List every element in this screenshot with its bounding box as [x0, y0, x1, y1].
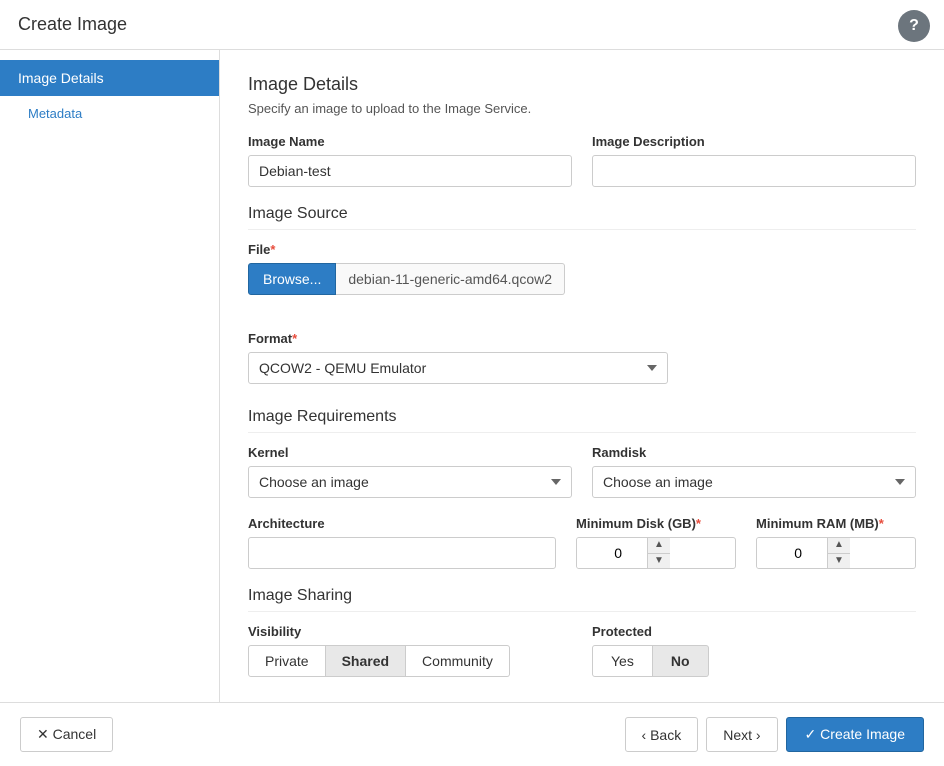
- help-icon: ?: [909, 17, 919, 35]
- image-name-input[interactable]: [248, 155, 572, 187]
- section-desc: Specify an image to upload to the Image …: [248, 101, 916, 116]
- min-disk-input-wrap: ▲ ▼: [576, 537, 736, 569]
- ramdisk-select[interactable]: Choose an image: [592, 466, 916, 498]
- cancel-button[interactable]: ✕ Cancel: [20, 717, 113, 752]
- min-disk-up[interactable]: ▲: [648, 538, 670, 554]
- image-name-label: Image Name: [248, 134, 572, 149]
- ramdisk-label: Ramdisk: [592, 445, 916, 460]
- sidebar-item-metadata[interactable]: Metadata: [0, 96, 219, 131]
- image-name-group: Image Name: [248, 134, 572, 187]
- min-disk-spinner: ▲ ▼: [647, 538, 670, 568]
- back-button[interactable]: ‹ Back: [625, 717, 699, 752]
- image-req-title: Image Requirements: [248, 408, 916, 433]
- min-ram-input-wrap: ▲ ▼: [756, 537, 916, 569]
- protected-no[interactable]: No: [653, 645, 709, 677]
- footer-left: ✕ Cancel: [20, 717, 113, 752]
- arch-disk-ram-row: Architecture Minimum Disk (GB)* ▲ ▼: [248, 516, 916, 569]
- min-disk-group: Minimum Disk (GB)* ▲ ▼: [576, 516, 736, 569]
- visibility-group-wrap: Visibility Private Shared Community: [248, 624, 572, 677]
- min-disk-down[interactable]: ▼: [648, 554, 670, 569]
- sharing-row: Visibility Private Shared Community Prot…: [248, 624, 916, 677]
- image-sharing-title: Image Sharing: [248, 587, 916, 612]
- ramdisk-group: Ramdisk Choose an image: [592, 445, 916, 498]
- kernel-group: Kernel Choose an image: [248, 445, 572, 498]
- modal: Create Image ? × Image Details Metadata: [0, 0, 944, 766]
- format-label: Format*: [248, 331, 668, 346]
- file-name-display: debian-11-generic-amd64.qcow2: [336, 263, 565, 295]
- format-select[interactable]: QCOW2 - QEMU Emulator RAW VHD VMDK OVF A…: [248, 352, 668, 384]
- visibility-shared[interactable]: Shared: [326, 645, 406, 677]
- protected-group-wrap: Protected Yes No: [592, 624, 916, 677]
- visibility-community[interactable]: Community: [406, 645, 510, 677]
- min-ram-spinner: ▲ ▼: [827, 538, 850, 568]
- min-ram-label: Minimum RAM (MB)*: [756, 516, 916, 531]
- file-required-mark: *: [270, 242, 275, 257]
- min-disk-label: Minimum Disk (GB)*: [576, 516, 736, 531]
- arch-input[interactable]: [248, 537, 556, 569]
- modal-title: Create Image: [18, 14, 127, 35]
- min-ram-down[interactable]: ▼: [828, 554, 850, 569]
- create-image-button[interactable]: ✓ Create Image: [786, 717, 924, 752]
- image-desc-label: Image Description: [592, 134, 916, 149]
- sidebar-item-label: Image Details: [18, 70, 104, 86]
- min-ram-required: *: [879, 516, 884, 531]
- section-title: Image Details: [248, 74, 916, 95]
- format-group: Format* QCOW2 - QEMU Emulator RAW VHD VM…: [248, 331, 668, 384]
- min-ram-up[interactable]: ▲: [828, 538, 850, 554]
- modal-header: Create Image ? ×: [0, 0, 944, 50]
- min-disk-input[interactable]: [577, 538, 647, 568]
- format-required-mark: *: [292, 331, 297, 346]
- protected-yes[interactable]: Yes: [592, 645, 653, 677]
- sidebar-item-image-details[interactable]: Image Details: [0, 60, 219, 96]
- arch-label: Architecture: [248, 516, 556, 531]
- min-disk-required: *: [696, 516, 701, 531]
- name-desc-row: Image Name Image Description: [248, 134, 916, 187]
- footer-right: ‹ Back Next › ✓ Create Image: [625, 717, 924, 752]
- file-group: File* Browse... debian-11-generic-amd64.…: [248, 242, 916, 313]
- min-ram-group: Minimum RAM (MB)* ▲ ▼: [756, 516, 916, 569]
- modal-footer: ✕ Cancel ‹ Back Next › ✓ Create Image: [0, 702, 944, 766]
- file-label: File*: [248, 242, 916, 257]
- kernel-label: Kernel: [248, 445, 572, 460]
- visibility-group: Private Shared Community: [248, 645, 572, 677]
- visibility-private[interactable]: Private: [248, 645, 326, 677]
- min-ram-input[interactable]: [757, 538, 827, 568]
- sidebar: Image Details Metadata: [0, 50, 220, 702]
- protected-group: Yes No: [592, 645, 916, 677]
- image-desc-input[interactable]: [592, 155, 916, 187]
- modal-body: Image Details Metadata Image Details Spe…: [0, 50, 944, 702]
- arch-group: Architecture: [248, 516, 556, 569]
- browse-button[interactable]: Browse...: [248, 263, 336, 295]
- image-source-title: Image Source: [248, 205, 916, 230]
- kernel-select[interactable]: Choose an image: [248, 466, 572, 498]
- protected-label: Protected: [592, 624, 916, 639]
- kernel-ramdisk-row: Kernel Choose an image Ramdisk Choose an…: [248, 445, 916, 498]
- image-desc-group: Image Description: [592, 134, 916, 187]
- sidebar-item-label: Metadata: [28, 106, 82, 121]
- next-button[interactable]: Next ›: [706, 717, 777, 752]
- help-button[interactable]: ?: [898, 10, 930, 42]
- modal-overlay: Create Image ? × Image Details Metadata: [0, 0, 944, 766]
- visibility-label: Visibility: [248, 624, 572, 639]
- content-area: Image Details Specify an image to upload…: [220, 50, 944, 702]
- file-row: Browse... debian-11-generic-amd64.qcow2: [248, 263, 916, 295]
